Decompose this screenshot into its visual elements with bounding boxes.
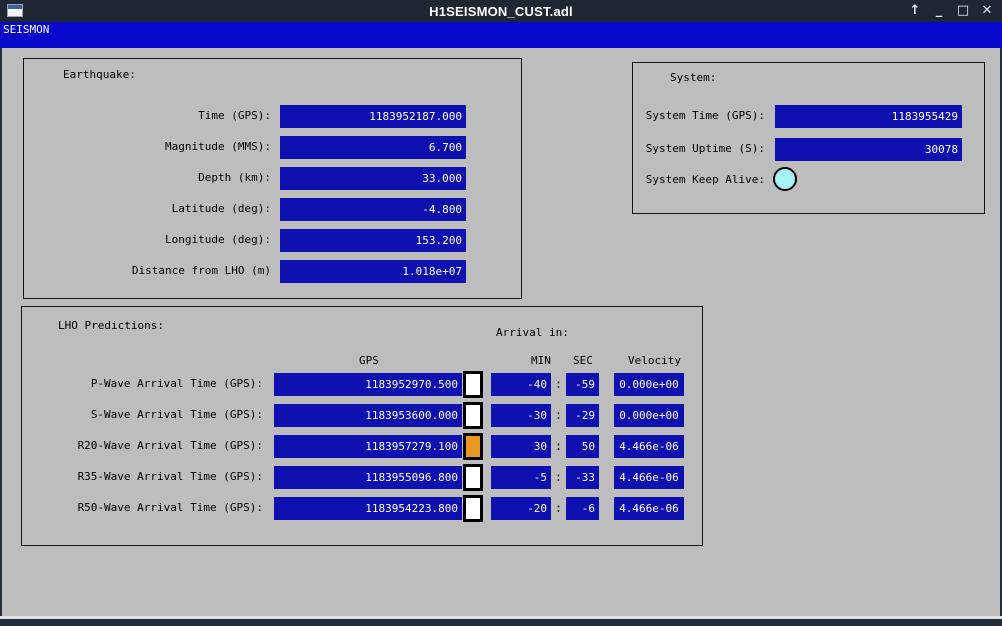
field-label: S-Wave Arrival Time (GPS): xyxy=(22,404,263,427)
colon-separator: : xyxy=(551,373,566,396)
velocity-field: 4.466e-06 xyxy=(614,435,684,458)
title-bar: H1SEISMON_CUST.adl ↑ _ □ ✕ xyxy=(0,0,1002,22)
status-indicator xyxy=(463,433,483,460)
longitude-field: 153.200 xyxy=(280,229,466,252)
earthquake-row-longitude: Longitude (deg): 153.200 xyxy=(24,229,521,252)
window-title: H1SEISMON_CUST.adl xyxy=(0,4,1002,19)
system-time-field: 1183955429 xyxy=(775,105,962,128)
sec-field: -29 xyxy=(566,404,599,427)
shade-button[interactable]: ↑ xyxy=(908,0,922,22)
gps-field: 1183953600.000 xyxy=(274,404,462,427)
window-frame-left xyxy=(0,48,2,626)
velocity-field: 0.000e+00 xyxy=(614,373,684,396)
velocity-field: 4.466e-06 xyxy=(614,466,684,489)
system-row-uptime: System Uptime (S): 30078 xyxy=(633,138,984,161)
status-indicator xyxy=(463,371,483,398)
min-field: -40 xyxy=(491,373,551,396)
prediction-row-r20-wave: R20-Wave Arrival Time (GPS): 1183957279.… xyxy=(22,435,702,458)
gps-field: 1183955096.800 xyxy=(274,466,462,489)
field-label: R50-Wave Arrival Time (GPS): xyxy=(22,497,263,520)
prediction-row-r50-wave: R50-Wave Arrival Time (GPS): 1183954223.… xyxy=(22,497,702,520)
earthquake-row-magnitude: Magnitude (MMS): 6.700 xyxy=(24,136,521,159)
min-field: 30 xyxy=(491,435,551,458)
system-panel-title: System: xyxy=(670,72,716,84)
minimize-button[interactable]: _ xyxy=(932,0,946,22)
earthquake-row-time: Time (GPS): 1183952187.000 xyxy=(24,105,521,128)
colon-separator: : xyxy=(551,466,566,489)
field-label: System Uptime (S): xyxy=(633,138,765,161)
min-field: -30 xyxy=(491,404,551,427)
min-field: -5 xyxy=(491,466,551,489)
maximize-button[interactable]: □ xyxy=(956,0,970,22)
colon-separator: : xyxy=(551,497,566,520)
colon-separator: : xyxy=(551,435,566,458)
sec-field: -6 xyxy=(566,497,599,520)
earthquake-panel-title: Earthquake: xyxy=(63,69,136,81)
window-menu-icon[interactable] xyxy=(7,4,23,17)
field-label: R20-Wave Arrival Time (GPS): xyxy=(22,435,263,458)
system-panel: System: System Time (GPS): 1183955429 Sy… xyxy=(632,62,985,214)
velocity-column-header: Velocity xyxy=(628,355,681,367)
field-label: Depth (km): xyxy=(24,167,271,190)
sec-column-header: SEC xyxy=(573,355,593,367)
status-indicator xyxy=(463,402,483,429)
field-label: Longitude (deg): xyxy=(24,229,271,252)
min-column-header: MIN xyxy=(531,355,551,367)
earthquake-panel: Earthquake: Time (GPS): 1183952187.000 M… xyxy=(23,58,522,299)
field-label: Latitude (deg): xyxy=(24,198,271,221)
depth-field: 33.000 xyxy=(280,167,466,190)
window-frame-bottom xyxy=(0,619,1002,626)
prediction-row-r35-wave: R35-Wave Arrival Time (GPS): 1183955096.… xyxy=(22,466,702,489)
colon-separator: : xyxy=(551,404,566,427)
predictions-panel: LHO Predictions: Arrival in: GPS MIN SEC… xyxy=(21,306,703,546)
earthquake-row-depth: Depth (km): 33.000 xyxy=(24,167,521,190)
status-indicator xyxy=(463,495,483,522)
earthquake-row-distance: Distance from LHO (m) 1.018e+07 xyxy=(24,260,521,283)
status-indicator xyxy=(463,464,483,491)
system-row-keepalive: System Keep Alive: xyxy=(633,169,984,192)
sec-field: 50 xyxy=(566,435,599,458)
gps-field: 1183957279.100 xyxy=(274,435,462,458)
field-label: Time (GPS): xyxy=(24,105,271,128)
close-button[interactable]: ✕ xyxy=(980,0,994,22)
field-label: Magnitude (MMS): xyxy=(24,136,271,159)
predictions-panel-title: LHO Predictions: xyxy=(58,320,164,332)
sec-field: -33 xyxy=(566,466,599,489)
gps-field: 1183954223.800 xyxy=(274,497,462,520)
field-label: System Keep Alive: xyxy=(633,169,765,192)
menu-seismon[interactable]: SEISMON xyxy=(3,24,49,36)
menu-bar: SEISMON xyxy=(0,22,1002,48)
gps-field: 1183952970.500 xyxy=(274,373,462,396)
keep-alive-indicator xyxy=(773,167,797,191)
prediction-row-p-wave: P-Wave Arrival Time (GPS): 1183952970.50… xyxy=(22,373,702,396)
earthquake-row-latitude: Latitude (deg): -4.800 xyxy=(24,198,521,221)
magnitude-field: 6.700 xyxy=(280,136,466,159)
latitude-field: -4.800 xyxy=(280,198,466,221)
velocity-field: 4.466e-06 xyxy=(614,497,684,520)
gps-column-header: GPS xyxy=(359,355,379,367)
distance-field: 1.018e+07 xyxy=(280,260,466,283)
prediction-row-s-wave: S-Wave Arrival Time (GPS): 1183953600.00… xyxy=(22,404,702,427)
arrival-in-header: Arrival in: xyxy=(496,327,569,339)
min-field: -20 xyxy=(491,497,551,520)
sec-field: -59 xyxy=(566,373,599,396)
field-label: System Time (GPS): xyxy=(633,105,765,128)
system-row-time: System Time (GPS): 1183955429 xyxy=(633,105,984,128)
field-label: R35-Wave Arrival Time (GPS): xyxy=(22,466,263,489)
time-gps-field: 1183952187.000 xyxy=(280,105,466,128)
medm-window: H1SEISMON_CUST.adl ↑ _ □ ✕ SEISMON Earth… xyxy=(0,0,1002,626)
velocity-field: 0.000e+00 xyxy=(614,404,684,427)
field-label: Distance from LHO (m) xyxy=(24,260,271,283)
system-uptime-field: 30078 xyxy=(775,138,962,161)
field-label: P-Wave Arrival Time (GPS): xyxy=(22,373,263,396)
window-controls: ↑ _ □ ✕ xyxy=(908,0,994,22)
